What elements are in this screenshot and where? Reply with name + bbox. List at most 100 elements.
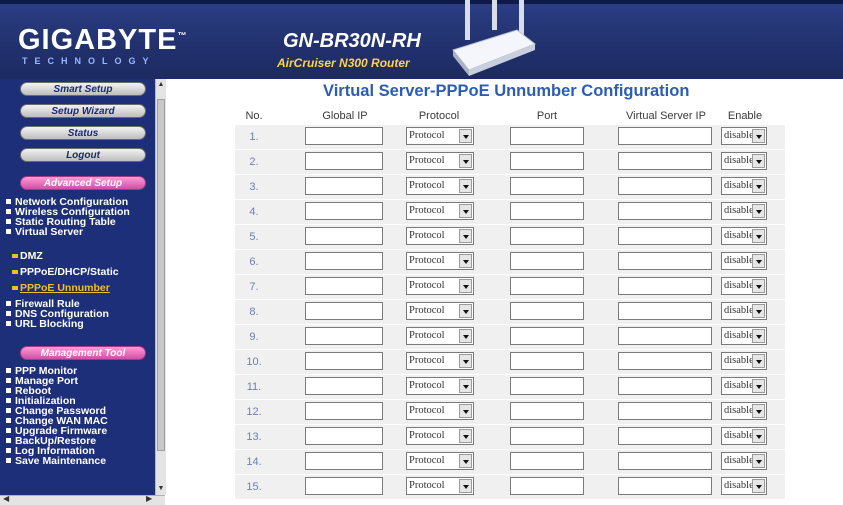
chevron-down-icon[interactable] xyxy=(459,354,472,368)
enable-select[interactable]: disable xyxy=(721,202,767,220)
virtual-server-ip-input[interactable] xyxy=(618,452,712,470)
enable-select[interactable]: disable xyxy=(721,402,767,420)
port-input[interactable] xyxy=(510,302,584,320)
chevron-down-icon[interactable] xyxy=(752,204,765,218)
enable-select[interactable]: disable xyxy=(721,452,767,470)
protocol-select[interactable]: Protocol xyxy=(406,352,474,370)
virtual-server-ip-input[interactable] xyxy=(618,327,712,345)
protocol-select[interactable]: Protocol xyxy=(406,202,474,220)
global-ip-input[interactable] xyxy=(305,252,383,270)
setup-wizard-button[interactable]: Setup Wizard xyxy=(20,104,146,118)
port-input[interactable] xyxy=(510,352,584,370)
port-input[interactable] xyxy=(510,377,584,395)
virtual-server-ip-input[interactable] xyxy=(618,152,712,170)
enable-select[interactable]: disable xyxy=(721,427,767,445)
global-ip-input[interactable] xyxy=(305,277,383,295)
chevron-down-icon[interactable] xyxy=(459,279,472,293)
enable-select[interactable]: disable xyxy=(721,152,767,170)
chevron-down-icon[interactable] xyxy=(459,429,472,443)
protocol-select[interactable]: Protocol xyxy=(406,327,474,345)
global-ip-input[interactable] xyxy=(305,427,383,445)
port-input[interactable] xyxy=(510,277,584,295)
chevron-down-icon[interactable] xyxy=(459,379,472,393)
chevron-down-icon[interactable] xyxy=(459,454,472,468)
menu-virtual-server[interactable]: Virtual Server xyxy=(6,227,130,237)
protocol-select[interactable]: Protocol xyxy=(406,477,474,495)
chevron-down-icon[interactable] xyxy=(459,304,472,318)
global-ip-input[interactable] xyxy=(305,302,383,320)
enable-select[interactable]: disable xyxy=(721,127,767,145)
submenu-pppoe-dhcp-static[interactable]: PPPoE/DHCP/Static xyxy=(6,267,119,277)
enable-select[interactable]: disable xyxy=(721,477,767,495)
protocol-select[interactable]: Protocol xyxy=(406,127,474,145)
chevron-down-icon[interactable] xyxy=(752,354,765,368)
protocol-select[interactable]: Protocol xyxy=(406,427,474,445)
port-input[interactable] xyxy=(510,427,584,445)
submenu-dmz[interactable]: DMZ xyxy=(6,251,119,261)
port-input[interactable] xyxy=(510,202,584,220)
virtual-server-ip-input[interactable] xyxy=(618,477,712,495)
protocol-select[interactable]: Protocol xyxy=(406,277,474,295)
chevron-down-icon[interactable] xyxy=(459,329,472,343)
enable-select[interactable]: disable xyxy=(721,352,767,370)
port-input[interactable] xyxy=(510,477,584,495)
port-input[interactable] xyxy=(510,127,584,145)
global-ip-input[interactable] xyxy=(305,377,383,395)
virtual-server-ip-input[interactable] xyxy=(618,127,712,145)
chevron-down-icon[interactable] xyxy=(752,404,765,418)
global-ip-input[interactable] xyxy=(305,402,383,420)
global-ip-input[interactable] xyxy=(305,177,383,195)
chevron-down-icon[interactable] xyxy=(752,129,765,143)
global-ip-input[interactable] xyxy=(305,352,383,370)
virtual-server-ip-input[interactable] xyxy=(618,302,712,320)
chevron-down-icon[interactable] xyxy=(752,254,765,268)
virtual-server-ip-input[interactable] xyxy=(618,202,712,220)
chevron-down-icon[interactable] xyxy=(459,404,472,418)
port-input[interactable] xyxy=(510,227,584,245)
menu-url-blocking[interactable]: URL Blocking xyxy=(6,319,109,329)
enable-select[interactable]: disable xyxy=(721,377,767,395)
protocol-select[interactable]: Protocol xyxy=(406,452,474,470)
global-ip-input[interactable] xyxy=(305,202,383,220)
enable-select[interactable]: disable xyxy=(721,277,767,295)
sidebar-vertical-scrollbar[interactable]: ▲ ▼ xyxy=(155,79,166,495)
port-input[interactable] xyxy=(510,452,584,470)
chevron-down-icon[interactable] xyxy=(752,454,765,468)
port-input[interactable] xyxy=(510,402,584,420)
chevron-down-icon[interactable] xyxy=(752,179,765,193)
scroll-down-icon[interactable]: ▼ xyxy=(156,483,166,495)
enable-select[interactable]: disable xyxy=(721,227,767,245)
global-ip-input[interactable] xyxy=(305,152,383,170)
virtual-server-ip-input[interactable] xyxy=(618,227,712,245)
chevron-down-icon[interactable] xyxy=(752,429,765,443)
virtual-server-ip-input[interactable] xyxy=(618,377,712,395)
virtual-server-ip-input[interactable] xyxy=(618,252,712,270)
protocol-select[interactable]: Protocol xyxy=(406,177,474,195)
port-input[interactable] xyxy=(510,177,584,195)
chevron-down-icon[interactable] xyxy=(459,254,472,268)
global-ip-input[interactable] xyxy=(305,452,383,470)
virtual-server-ip-input[interactable] xyxy=(618,277,712,295)
port-input[interactable] xyxy=(510,152,584,170)
chevron-down-icon[interactable] xyxy=(752,229,765,243)
port-input[interactable] xyxy=(510,327,584,345)
chevron-down-icon[interactable] xyxy=(752,154,765,168)
smart-setup-button[interactable]: Smart Setup xyxy=(20,82,146,96)
protocol-select[interactable]: Protocol xyxy=(406,377,474,395)
global-ip-input[interactable] xyxy=(305,327,383,345)
protocol-select[interactable]: Protocol xyxy=(406,302,474,320)
chevron-down-icon[interactable] xyxy=(752,279,765,293)
chevron-down-icon[interactable] xyxy=(459,479,472,493)
chevron-down-icon[interactable] xyxy=(752,479,765,493)
chevron-down-icon[interactable] xyxy=(459,229,472,243)
global-ip-input[interactable] xyxy=(305,477,383,495)
protocol-select[interactable]: Protocol xyxy=(406,252,474,270)
protocol-select[interactable]: Protocol xyxy=(406,402,474,420)
virtual-server-ip-input[interactable] xyxy=(618,352,712,370)
scroll-left-icon[interactable]: ◀ xyxy=(3,494,9,503)
scroll-right-icon[interactable]: ▶ xyxy=(146,494,152,503)
logout-button[interactable]: Logout xyxy=(20,148,146,162)
protocol-select[interactable]: Protocol xyxy=(406,227,474,245)
chevron-down-icon[interactable] xyxy=(459,129,472,143)
virtual-server-ip-input[interactable] xyxy=(618,427,712,445)
